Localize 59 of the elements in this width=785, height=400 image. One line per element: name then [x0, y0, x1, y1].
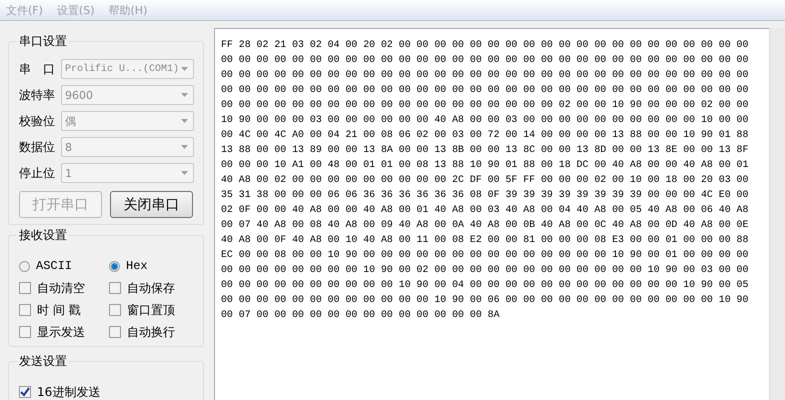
hex-line: 00 07 40 A8 00 08 40 A8 00 09 40 A8 00 0A 40 A8 00 0B 40 A8 00 0C 40 A8 00 0D 40 A8 00 0E: [221, 218, 750, 232]
dropdown[interactable]: 偶: [61, 111, 194, 131]
field-label: 数据位: [19, 138, 56, 156]
checkbox[interactable]: [109, 326, 121, 338]
checkbox-label: 时 间 戳: [37, 302, 81, 318]
hex-line: 00 00 00 00 00 00 00 00 00 00 00 00 00 00 00 00 00 00 00 02 00 00 10 90 00 00 00 02 00 00: [221, 98, 750, 112]
hex-line: 40 A8 00 02 00 00 00 00 00 00 00 00 00 2C DF 00 5F FF 00 00 00 02 00 10 00 18 00 20 03 00: [221, 173, 750, 187]
field-label: 串 口: [19, 60, 56, 78]
hex-line: 00 00 00 10 A1 00 48 00 01 01 00 08 13 88 10 90 01 88 00 18 DC 00 40 A8 00 00 40 A8 00 01: [221, 158, 750, 172]
hex-line: 00 00 00 00 00 00 00 00 00 00 10 90 00 04 00 00 00 00 00 00 00 00 00 00 00 00 10 90 00 05: [221, 278, 750, 292]
dropdown[interactable]: 8: [61, 137, 194, 157]
hex-line: 13 88 00 00 13 89 00 00 13 8A 00 00 13 8B 00 00 13 8C 00 00 13 8D 00 00 13 8E 00 00 13 8F: [221, 143, 750, 157]
dropdown[interactable]: 9600: [61, 85, 194, 105]
checkbox-label: 自动换行: [127, 324, 175, 340]
checkbox-label: 16进制发送: [37, 384, 100, 400]
checkbox[interactable]: [109, 304, 121, 316]
checkbox-label: 窗口置顶: [127, 302, 175, 318]
hex-line: FF 28 02 21 03 02 04 00 20 02 00 00 00 00 00 00 00 00 00 00 00 00 00 00 00 00 00 00 00 00: [221, 38, 750, 52]
hex-line: 00 07 00 00 00 00 00 00 00 00 00 00 00 00 00 8A: [221, 308, 501, 322]
caret-icon: [181, 93, 188, 97]
checkbox[interactable]: [19, 386, 31, 398]
menu-item[interactable]: 设置(S): [56, 2, 94, 18]
hex-line: 00 00 00 00 00 00 00 00 00 00 00 00 00 00 00 00 00 00 00 00 00 00 00 00 00 00 00 00 00 00: [221, 68, 750, 82]
scrollbar[interactable]: [769, 28, 785, 400]
checkbox[interactable]: [19, 282, 31, 294]
checkbox-label: 显示发送: [37, 324, 85, 340]
port-button[interactable]: 关闭串口: [110, 191, 193, 218]
hex-line: 02 0F 00 00 40 A8 00 00 40 A8 00 01 40 A8 00 03 40 A8 00 04 40 A8 00 05 40 A8 00 06 40 A8: [221, 203, 750, 217]
dropdown[interactable]: Prolific U...(COM1): [61, 59, 194, 79]
menu-item[interactable]: 文件(F): [6, 2, 43, 18]
group-title: 接收设置: [17, 227, 69, 244]
field-label: 停止位: [19, 164, 56, 182]
radio-button[interactable]: [109, 260, 120, 272]
radio-label: ASCII: [36, 259, 72, 273]
hex-line: 10 90 00 00 00 03 00 00 00 00 00 00 40 A8 00 00 03 00 00 00 00 00 00 00 00 00 00 10 00 00: [221, 113, 750, 127]
caret-icon: [181, 67, 188, 71]
hex-line: 00 4C 00 4C A0 00 04 21 00 08 06 02 00 03 00 72 00 14 00 00 00 00 13 88 00 00 10 90 01 88: [221, 128, 750, 142]
checkbox-label: 自动清空: [37, 280, 85, 296]
caret-icon: [181, 119, 188, 123]
radio-button[interactable]: [19, 260, 30, 272]
checkbox[interactable]: [19, 326, 31, 338]
field-label: 校验位: [19, 112, 56, 130]
checkbox-label: 自动保存: [127, 280, 175, 296]
hex-line: 00 00 00 00 00 00 00 00 10 90 00 02 00 00 00 00 00 00 00 00 00 00 00 00 10 90 00 03 00 00: [221, 263, 750, 277]
hex-line: 00 00 00 00 00 00 00 00 00 00 00 00 00 00 00 00 00 00 00 00 00 00 00 00 00 00 00 00 00 00: [221, 83, 750, 97]
hex-line: 00 00 00 00 00 00 00 00 00 00 00 00 10 90 00 06 00 00 00 00 00 00 00 00 00 00 00 00 10 90: [221, 293, 750, 307]
hex-line: 35 31 38 00 00 00 06 06 36 36 36 36 36 36 08 0F 39 39 39 39 39 39 39 39 00 00 00 4C E0 00: [221, 188, 750, 202]
checkbox[interactable]: [109, 282, 121, 294]
checkbox[interactable]: [19, 304, 31, 316]
caret-icon: [181, 171, 188, 175]
menu-item[interactable]: 帮助(H): [108, 2, 148, 18]
caret-icon: [181, 145, 188, 149]
radio-label: Hex: [126, 259, 148, 273]
hex-line: 00 00 00 00 00 00 00 00 00 00 00 00 00 00 00 00 00 00 00 00 00 00 00 00 00 00 00 00 00 00: [221, 53, 750, 67]
field-label: 波特率: [19, 86, 56, 104]
receive-text-area[interactable]: [214, 28, 769, 400]
hex-line: EC 00 00 08 00 00 10 90 00 00 00 00 00 00 00 00 00 00 00 00 00 00 10 90 00 01 00 00 00 00: [221, 248, 750, 262]
hex-line: 40 A8 00 0F 40 A8 00 10 40 A8 00 11 00 08 E2 00 00 81 00 00 00 08 E3 00 00 01 00 00 00 88: [221, 233, 750, 247]
dropdown[interactable]: 1: [61, 163, 194, 183]
